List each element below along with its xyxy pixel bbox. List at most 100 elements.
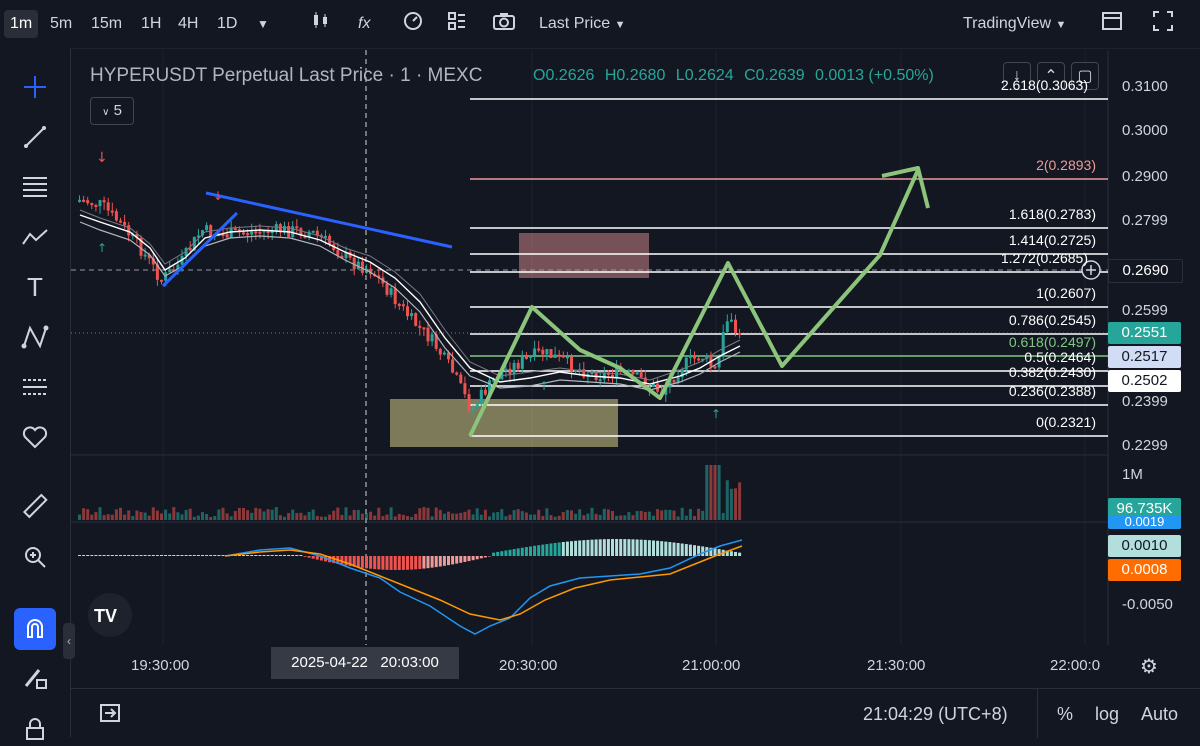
macd-bar: [213, 555, 216, 556]
volume-bar: [718, 465, 721, 520]
macd-bar: [484, 556, 487, 557]
volume-bar: [636, 511, 639, 520]
volume-bar: [189, 509, 192, 520]
log-toggle[interactable]: log: [1095, 704, 1119, 725]
macd-bar: [664, 542, 667, 556]
macd-bar: [287, 555, 290, 556]
macd-bar: [373, 556, 376, 569]
candle-body: [722, 332, 725, 357]
candle-body: [427, 328, 430, 342]
candle-body: [164, 272, 167, 280]
macd-bar: [673, 542, 676, 556]
volume-bar: [488, 516, 491, 520]
macd-bar: [537, 545, 540, 556]
goto-date-icon[interactable]: [99, 702, 123, 729]
macd-bar: [263, 555, 266, 556]
clock-label[interactable]: 21:04:29 (UTC+8): [863, 704, 1008, 725]
macd-bar: [431, 556, 434, 568]
volume-bar: [197, 516, 200, 520]
svg-text:↓: ↓: [213, 189, 223, 203]
macd-bar: [402, 556, 405, 570]
macd-bar: [730, 551, 733, 556]
volume-bar: [418, 508, 421, 520]
symbol-legend[interactable]: HYPERUSDT Perpetual Last Price · 1 · MEX…: [90, 65, 482, 87]
settings-gear-icon[interactable]: ⚙: [1140, 654, 1158, 679]
candle-body: [562, 355, 565, 357]
volume-bar: [574, 514, 577, 520]
candle-body: [558, 355, 561, 357]
auto-toggle[interactable]: Auto: [1141, 704, 1178, 725]
volume-bar: [78, 515, 81, 520]
volume-bar: [701, 511, 704, 520]
volume-bar: [152, 507, 155, 520]
macd-bar: [525, 547, 528, 556]
candle-body: [455, 373, 458, 375]
indicator-toggle[interactable]: ∨ 5: [90, 97, 134, 125]
macd-bar: [468, 556, 471, 561]
percent-toggle[interactable]: %: [1057, 704, 1073, 725]
candle-body: [107, 202, 110, 210]
candle-body: [521, 357, 524, 369]
macd-bar: [291, 555, 294, 556]
volume-bar: [476, 508, 479, 520]
volume-bar: [709, 465, 712, 520]
volume-bar: [324, 517, 327, 520]
macd-bar: [410, 556, 413, 570]
macd-bar: [607, 539, 610, 556]
volume-bar: [537, 510, 540, 520]
macd-bar: [144, 555, 147, 556]
volume-bar: [119, 508, 122, 520]
candle-body: [295, 226, 298, 228]
volume-bar: [422, 507, 425, 520]
macd-bar: [689, 545, 692, 556]
macd-bar: [283, 555, 286, 556]
volume-bar: [480, 515, 483, 520]
macd-bar: [574, 541, 577, 556]
volume-bar: [726, 480, 729, 520]
macd-bar: [677, 543, 680, 556]
volume-bar: [603, 509, 606, 520]
ohlc-values: O0.2626 H0.2680 L0.2624 C0.2639 0.0013 (…: [533, 67, 934, 85]
volume-scale-label: 1M: [1122, 466, 1143, 483]
macd-bar: [386, 556, 389, 570]
macd-badge-blue: 0.0019: [1108, 515, 1181, 529]
volume-bar: [439, 510, 442, 520]
macd-bar: [140, 555, 143, 556]
macd-bar: [640, 540, 643, 556]
volume-bar: [431, 516, 434, 520]
volume-bar: [90, 515, 93, 520]
macd-bar: [517, 548, 520, 556]
volume-bar: [578, 509, 581, 520]
volume-bar: [103, 515, 106, 520]
candle-body: [86, 200, 89, 203]
candle-body: [402, 304, 405, 306]
macd-bar: [443, 556, 446, 566]
volume-bar: [447, 512, 450, 520]
candle-body: [422, 327, 425, 329]
macd-bar: [414, 556, 417, 569]
macd-badge-teal: 0.0010: [1108, 535, 1181, 557]
candle-body: [291, 226, 294, 237]
macd-bar: [99, 555, 102, 556]
volume-bar: [398, 514, 401, 520]
macd-bar: [562, 542, 565, 556]
svg-text:↑: ↑: [539, 379, 549, 393]
macd-bar: [648, 540, 651, 556]
volume-bar: [693, 516, 696, 520]
volume-bar: [123, 515, 126, 520]
macd-bar: [427, 556, 430, 568]
volume-bar: [582, 515, 585, 520]
candle-body: [250, 231, 253, 234]
candle-body: [554, 355, 557, 358]
macd-bar: [496, 552, 499, 556]
candle-body: [476, 403, 479, 407]
candle-body: [119, 221, 122, 223]
macd-bar: [652, 540, 655, 556]
candle-body: [242, 232, 245, 234]
svg-text:↓: ↓: [96, 150, 108, 166]
time-tick: 20:30:00: [499, 657, 557, 674]
volume-bar: [365, 513, 368, 520]
volume-bar: [599, 515, 602, 520]
macd-bar: [205, 555, 208, 556]
volume-bar: [664, 510, 667, 520]
